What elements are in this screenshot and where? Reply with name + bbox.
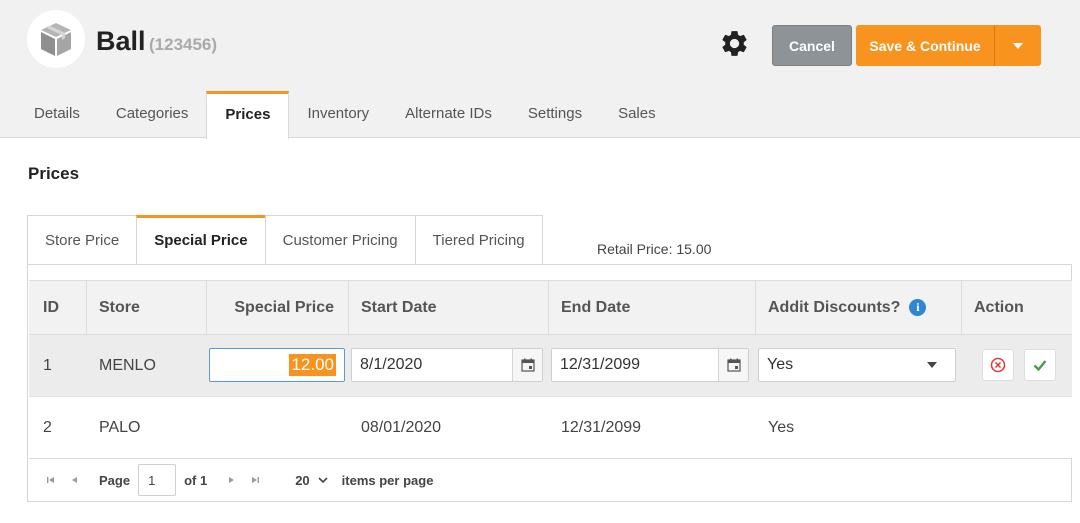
tab-settings[interactable]: Settings xyxy=(510,91,600,138)
check-icon xyxy=(1033,360,1047,372)
start-date-input[interactable]: 8/1/2020 xyxy=(352,356,512,374)
cancel-circle-icon xyxy=(990,357,1006,373)
page-header: Ball (123456) Cancel Save & Continue Det… xyxy=(0,0,1080,139)
special-price-grid: ID Store Special Price Start Date End Da… xyxy=(27,264,1072,502)
cell-action xyxy=(962,397,1072,458)
main-tabs: Details Categories Prices Inventory Alte… xyxy=(16,91,674,139)
product-avatar xyxy=(27,10,85,68)
subtab-customer-pricing[interactable]: Customer Pricing xyxy=(264,215,416,265)
end-date-picker[interactable]: 12/31/2099 xyxy=(551,348,749,382)
last-page-button[interactable] xyxy=(243,468,267,492)
cell-store: MENLO xyxy=(99,356,156,374)
cancel-button[interactable]: Cancel xyxy=(772,25,852,66)
column-header-addit-discounts-label: Addit Discounts? xyxy=(768,298,901,316)
product-id: (123456) xyxy=(149,35,218,54)
pager: Page 1 of 1 20 items per page xyxy=(29,459,1072,501)
save-continue-label[interactable]: Save & Continue xyxy=(856,25,995,66)
special-price-input[interactable]: 12.00 xyxy=(209,348,345,382)
special-price-value: 12.00 xyxy=(289,354,336,376)
prev-page-button[interactable] xyxy=(63,468,87,492)
table-row[interactable]: 1 MENLO 12.00 8/1/2020 12/31/2099 Yes xyxy=(29,335,1072,397)
column-header-store[interactable]: Store xyxy=(87,281,207,334)
cell-end-date: 12/31/2099 xyxy=(549,335,756,396)
save-continue-button[interactable]: Save & Continue xyxy=(856,25,1041,66)
page-title: Ball xyxy=(96,26,146,56)
cell-addit-discounts: Yes xyxy=(768,418,795,436)
page-size-select[interactable]: 20 xyxy=(295,472,328,488)
gear-icon xyxy=(722,31,747,56)
table-row[interactable]: 2 PALO 08/01/2020 12/31/2099 Yes xyxy=(29,397,1072,459)
page-number-input[interactable]: 1 xyxy=(138,464,177,496)
last-page-icon xyxy=(252,477,260,483)
start-date-calendar-button[interactable] xyxy=(512,349,542,381)
chevron-down-icon xyxy=(318,477,328,484)
cell-addit-discounts: Yes xyxy=(756,335,962,396)
subtab-special-price[interactable]: Special Price xyxy=(136,215,266,265)
end-date-calendar-button[interactable] xyxy=(718,349,748,381)
cell-store: PALO xyxy=(99,418,141,436)
price-tabs: Store Price Special Price Customer Prici… xyxy=(27,215,543,265)
cell-id: 2 xyxy=(43,418,52,436)
tab-sales[interactable]: Sales xyxy=(600,91,674,138)
confirm-edit-button[interactable] xyxy=(1024,349,1056,381)
cell-start-date: 08/01/2020 xyxy=(361,418,442,436)
tab-prices[interactable]: Prices xyxy=(206,91,290,139)
page-label: Page xyxy=(99,472,131,488)
cell-special-price xyxy=(207,397,349,458)
subtab-store-price[interactable]: Store Price xyxy=(27,215,138,265)
dropdown-arrow-icon xyxy=(927,362,937,368)
cell-special-price: 12.00 xyxy=(207,335,349,396)
tab-details[interactable]: Details xyxy=(16,91,98,138)
cell-end-date: 12/31/2099 xyxy=(561,418,642,436)
tab-inventory[interactable]: Inventory xyxy=(289,91,387,138)
retail-price: Retail Price: 15.00 xyxy=(597,241,712,257)
addit-discounts-select[interactable]: Yes xyxy=(758,348,956,382)
column-header-action: Action xyxy=(974,298,1024,316)
addit-discounts-value: Yes xyxy=(767,356,794,373)
next-page-button[interactable] xyxy=(219,468,243,492)
save-options-dropdown[interactable] xyxy=(995,25,1041,66)
tab-alternate-ids[interactable]: Alternate IDs xyxy=(387,91,510,138)
start-date-picker[interactable]: 8/1/2020 xyxy=(351,348,543,382)
cancel-edit-button[interactable] xyxy=(982,349,1014,381)
settings-button[interactable] xyxy=(719,28,750,59)
section-title: Prices xyxy=(28,164,80,183)
cell-action xyxy=(962,335,1072,396)
column-header-end-date[interactable]: End Date xyxy=(549,281,756,334)
items-per-page-label: items per page xyxy=(341,472,434,488)
cell-start-date: 8/1/2020 xyxy=(349,335,549,396)
page-size-value: 20 xyxy=(295,472,310,488)
calendar-icon xyxy=(726,358,741,372)
page-count: of 1 xyxy=(184,472,208,488)
column-header-special-price[interactable]: Special Price xyxy=(207,281,349,334)
prev-page-icon xyxy=(72,477,77,483)
table-header: ID Store Special Price Start Date End Da… xyxy=(29,280,1072,335)
caret-down-icon xyxy=(1013,42,1023,49)
subtab-tiered-pricing[interactable]: Tiered Pricing xyxy=(414,215,543,265)
box-icon xyxy=(41,23,71,56)
first-page-icon xyxy=(47,477,54,483)
calendar-icon xyxy=(520,358,535,372)
info-icon[interactable]: i xyxy=(909,299,927,316)
column-header-addit-discounts[interactable]: Addit Discounts? i xyxy=(756,281,962,334)
first-page-button[interactable] xyxy=(39,468,63,492)
column-header-start-date[interactable]: Start Date xyxy=(349,281,549,334)
cell-id: 1 xyxy=(43,356,52,374)
next-page-icon xyxy=(229,477,235,483)
column-header-id[interactable]: ID xyxy=(29,281,87,334)
tab-categories[interactable]: Categories xyxy=(98,91,207,138)
end-date-input[interactable]: 12/31/2099 xyxy=(552,356,718,374)
